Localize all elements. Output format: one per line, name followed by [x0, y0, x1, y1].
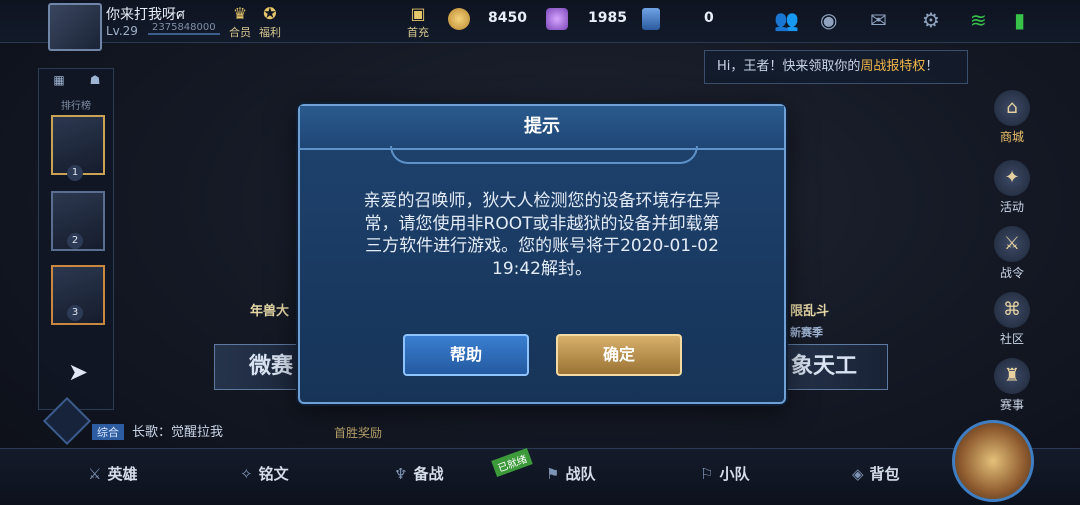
gold-amount: 8450 [488, 10, 527, 26]
top-bar: 你来打我呀ศ Lv.29 2375848000 ♛ 合员 ✪ 福利 ▣ 首充 8… [0, 0, 1080, 51]
nav-heroes[interactable]: ⚔ 英雄 [88, 463, 137, 484]
nav-squad[interactable]: ⚐ 小队 [700, 463, 749, 484]
tournament-button[interactable]: ♜ 赛事 [992, 358, 1032, 422]
banner-left: 年兽大 [250, 304, 290, 319]
community-label: 社区 [999, 332, 1024, 346]
shop-label: 商城 [999, 130, 1024, 144]
tooltip-text: Hi，王者！快来领取你的 [717, 59, 861, 74]
nav-heroes-label: 英雄 [107, 465, 138, 483]
person-tab[interactable]: ☗ [79, 73, 111, 93]
battle-pass-icon: ⚔ [994, 226, 1030, 262]
welfare-label: 福利 [259, 26, 281, 39]
chat-message: 长歌：觉醒拉我 [132, 425, 224, 440]
notice-dialog: 提示 亲爱的召唤师，狄大人检测您的设备环境存在异 常，请您使用非ROOT或非越狱… [298, 104, 786, 404]
battle-pass-button[interactable]: ⚔ 战令 [992, 226, 1032, 290]
mail-icon[interactable]: ✉ [870, 8, 887, 32]
battery-icon: ▮ [1014, 8, 1026, 32]
hero-portrait-avatar[interactable] [952, 420, 1034, 502]
community-button[interactable]: ⌘ 社区 [992, 292, 1032, 356]
card-icon [642, 8, 660, 30]
inscription-icon: ✧ [240, 465, 253, 483]
gem-amount: 1985 [588, 10, 627, 26]
wifi-icon: ≋ [970, 8, 987, 32]
dialog-message-line: 亲爱的召唤师，狄大人检测您的设备环境存在异 [363, 191, 721, 211]
eye-icon[interactable]: ◉ [820, 8, 837, 32]
leaderboard-label: 排行榜 [61, 101, 91, 112]
first-charge-label: 首充 [407, 26, 429, 39]
first-charge-button[interactable]: ▣ 首充 [398, 4, 438, 42]
shop-button[interactable]: ⌂ 商城 [992, 90, 1032, 154]
trophy-icon: ♜ [994, 358, 1030, 394]
events-icon: ✦ [994, 160, 1030, 196]
hero-icon: ⚔ [88, 465, 102, 483]
rank-number: 2 [67, 233, 83, 249]
weekly-report-tooltip[interactable]: Hi，王者！快来领取你的周战报特权！ [704, 50, 968, 84]
dialog-message-line: 19:42解封。 [492, 258, 592, 279]
gold-coin-icon [448, 8, 470, 30]
nav-prepare-label: 备战 [413, 465, 444, 483]
help-button[interactable]: 帮助 [403, 334, 529, 376]
calendar-tab[interactable]: ▦ [43, 73, 75, 93]
gift-icon: ✪ [263, 4, 277, 23]
mode-left-label: 微赛 [249, 354, 294, 379]
prepare-icon: ♆ [394, 465, 408, 483]
shop-icon: ⌂ [994, 90, 1030, 126]
tooltip-highlight: 周战报特权 [860, 59, 926, 74]
events-button[interactable]: ✦ 活动 [992, 160, 1032, 224]
dialog-message-line: 三方软件进行游戏。您的账号将于2020-01-02 [365, 236, 719, 256]
community-icon: ⌘ [994, 292, 1030, 328]
banner-right: 限乱斗 [790, 304, 830, 319]
confirm-button[interactable]: 确定 [556, 334, 682, 376]
nav-squad-label: 小队 [719, 465, 750, 483]
treasure-icon: ▣ [410, 4, 426, 23]
tournament-label: 赛事 [999, 398, 1024, 412]
member-label: 合员 [229, 26, 251, 39]
nav-clan-label: 战队 [565, 465, 596, 483]
nav-inscriptions-label: 铭文 [258, 465, 289, 483]
dialog-message: 亲爱的召唤师，狄大人检测您的设备环境存在异 常，请您使用非ROOT或非越狱的设备… [340, 190, 744, 280]
events-label: 活动 [999, 200, 1024, 214]
chat-bar[interactable]: 综合 长歌：觉醒拉我 [92, 421, 224, 440]
player-id: 2375848000 [148, 22, 220, 35]
backpack-icon: ◈ [852, 465, 864, 483]
battle-pass-label: 战令 [999, 266, 1024, 280]
mode-right-label: 象天工 [791, 354, 858, 379]
bottom-nav: ⚔ 英雄 ✧ 铭文 ♆ 备战 ⚑ 战队 ⚐ 小队 ◈ 背包 [0, 448, 1080, 505]
friends-icon[interactable]: 👥 [774, 8, 799, 32]
nav-clan[interactable]: ⚑ 战队 [546, 463, 595, 484]
rank-number: 3 [67, 305, 83, 321]
clan-icon: ⚑ [546, 465, 560, 483]
expand-arrow-button[interactable]: ➤ [60, 352, 96, 392]
mode-panel-right[interactable]: 象天工 [778, 344, 888, 390]
tooltip-suffix: ！ [925, 59, 939, 74]
season-tag: 新赛季 [790, 326, 823, 339]
nav-backpack-label: 背包 [869, 465, 900, 483]
nav-prepare[interactable]: ♆ 备战 [394, 463, 443, 484]
player-avatar[interactable] [48, 3, 102, 51]
rank-number: 1 [67, 165, 83, 181]
squad-icon: ⚐ [700, 465, 714, 483]
nav-backpack[interactable]: ◈ 背包 [852, 463, 900, 484]
dialog-title: 提示 [524, 116, 560, 137]
card-amount: 0 [704, 10, 714, 26]
welfare-button[interactable]: ✪ 福利 [250, 4, 290, 42]
dialog-message-line: 常，请您使用非ROOT或非越狱的设备并卸载第 [364, 213, 720, 234]
gem-icon [546, 8, 568, 30]
chat-channel-badge: 综合 [92, 424, 124, 440]
player-level: Lv.29 [106, 24, 138, 38]
nav-inscriptions[interactable]: ✧ 铭文 [240, 463, 289, 484]
gear-icon[interactable]: ⚙ [922, 8, 940, 32]
first-win-reward[interactable]: 首胜奖励 [334, 424, 382, 441]
